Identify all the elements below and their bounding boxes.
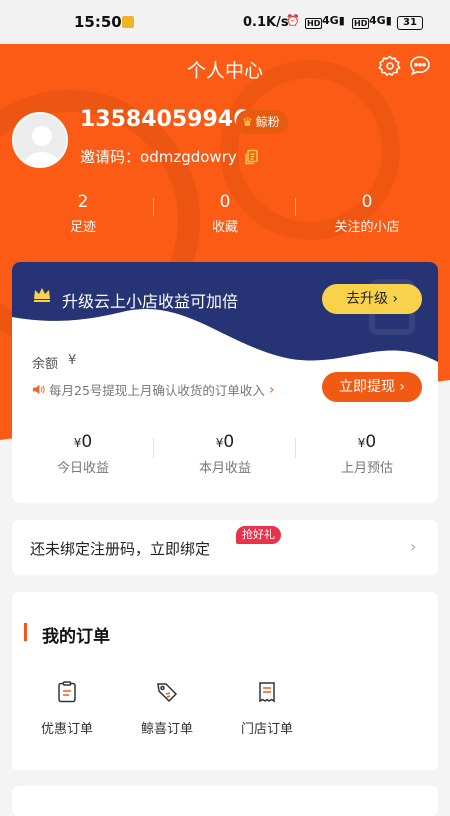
- user-phone-number: 13584059946: [80, 107, 249, 132]
- divider: [153, 198, 154, 216]
- membership-badge-label: 鲸粉: [255, 115, 280, 129]
- stat-label: 收藏: [211, 220, 238, 235]
- receipt-icon: [259, 682, 275, 703]
- gear-icon[interactable]: [378, 54, 402, 78]
- gift-badge: 抢好礼: [236, 526, 281, 544]
- chat-bubble-icon[interactable]: [408, 54, 432, 78]
- avatar[interactable]: [12, 112, 68, 168]
- crown-icon: ♛: [242, 115, 253, 129]
- wallet-card: 升级云上小店收益可加倍 去升级 › 余额 ¥ 每月25号提现上月确认收货的订单收…: [12, 262, 438, 503]
- earnings-value: 0: [81, 432, 93, 452]
- divider: [295, 198, 296, 216]
- chevron-right-icon: ›: [392, 291, 399, 307]
- upgrade-promo-text: 升级云上小店收益可加倍: [62, 292, 239, 311]
- status-bar: 15:50 0.1K/s ⏰ HD 4G▮ HD 4G▮ 31: [0, 0, 450, 44]
- invite-code-value: odmzgdowry: [140, 147, 237, 166]
- section-accent-bar: [24, 623, 27, 641]
- withdraw-button[interactable]: 立即提现 ›: [322, 372, 422, 402]
- jingxi-orders-button[interactable]: 鲸喜订单: [112, 680, 222, 737]
- crown-icon: [34, 288, 50, 302]
- bind-registration-code-bar[interactable]: 还未绑定注册码，立即绑定 抢好礼 ›: [12, 520, 438, 575]
- copy-icon[interactable]: [243, 149, 259, 165]
- stat-followed-shops[interactable]: 0 关注的小店: [297, 192, 437, 235]
- withdraw-notice-text: 每月25号提现上月确认收货的订单收入: [49, 383, 265, 398]
- upgrade-button[interactable]: 去升级 ›: [322, 284, 422, 314]
- chevron-right-icon: ›: [268, 381, 275, 398]
- hd-indicator: HD: [352, 18, 370, 29]
- chevron-right-icon: ›: [410, 537, 417, 556]
- balance-label: 余额: [32, 357, 59, 372]
- order-label: 鲸喜订单: [140, 722, 193, 737]
- earnings-label: 今日收益: [56, 461, 109, 476]
- coupon-clipboard-icon: [58, 681, 76, 703]
- coupon-orders-button[interactable]: 优惠订单: [12, 680, 122, 737]
- stat-value: 0: [219, 192, 231, 212]
- bind-prompt-text: 还未绑定注册码，立即绑定: [30, 540, 211, 558]
- status-time: 15:50: [74, 13, 122, 31]
- next-section-card: [12, 786, 438, 816]
- invite-code-row: 邀请码： odmzgdowry: [80, 146, 259, 167]
- earnings-value: 0: [223, 432, 235, 452]
- store-orders-button[interactable]: 门店订单: [212, 680, 322, 737]
- balance-currency: ¥: [68, 353, 77, 368]
- upgrade-button-label: 去升级: [345, 291, 388, 307]
- stat-label: 足迹: [69, 220, 96, 235]
- stat-footprint[interactable]: 2 足迹: [13, 192, 153, 235]
- signal-icon: 4G▮: [369, 14, 392, 27]
- earnings-value: 0: [365, 432, 377, 452]
- signal-icon: 4G▮: [322, 14, 345, 27]
- withdraw-button-label: 立即提现: [338, 379, 395, 395]
- earnings-today[interactable]: ¥0 今日收益: [13, 432, 153, 476]
- tag-icon: [157, 683, 178, 703]
- chevron-right-icon: ›: [399, 379, 406, 395]
- stat-value: 2: [77, 192, 89, 212]
- stat-label: 关注的小店: [334, 220, 400, 235]
- earnings-this-month[interactable]: ¥0 本月收益: [155, 432, 295, 476]
- stat-value: 0: [361, 192, 373, 212]
- earnings-label: 本月收益: [198, 461, 251, 476]
- speaker-icon: [32, 384, 45, 395]
- section-title: 我的订单: [42, 627, 110, 647]
- battery-icon: 31: [397, 16, 423, 30]
- network-speed: 0.1K/s: [243, 15, 289, 30]
- alarm-icon: ⏰: [286, 14, 300, 27]
- membership-badge: ♛ 鲸粉: [236, 110, 288, 134]
- divider: [295, 438, 296, 458]
- order-label: 门店订单: [240, 722, 293, 737]
- divider: [153, 438, 154, 458]
- order-label: 优惠订单: [40, 722, 93, 737]
- notification-icon: [122, 16, 134, 28]
- stat-favorites[interactable]: 0 收藏: [155, 192, 295, 235]
- my-orders-section: 我的订单 优惠订单 鲸喜订单 门店订单: [12, 592, 438, 770]
- withdraw-notice[interactable]: 每月25号提现上月确认收货的订单收入 ›: [32, 380, 275, 399]
- earnings-label: 上月预估: [340, 461, 393, 476]
- hd-indicator: HD: [305, 18, 323, 29]
- invite-code-label: 邀请码：: [80, 148, 141, 166]
- earnings-last-month-estimate[interactable]: ¥0 上月预估: [297, 432, 437, 476]
